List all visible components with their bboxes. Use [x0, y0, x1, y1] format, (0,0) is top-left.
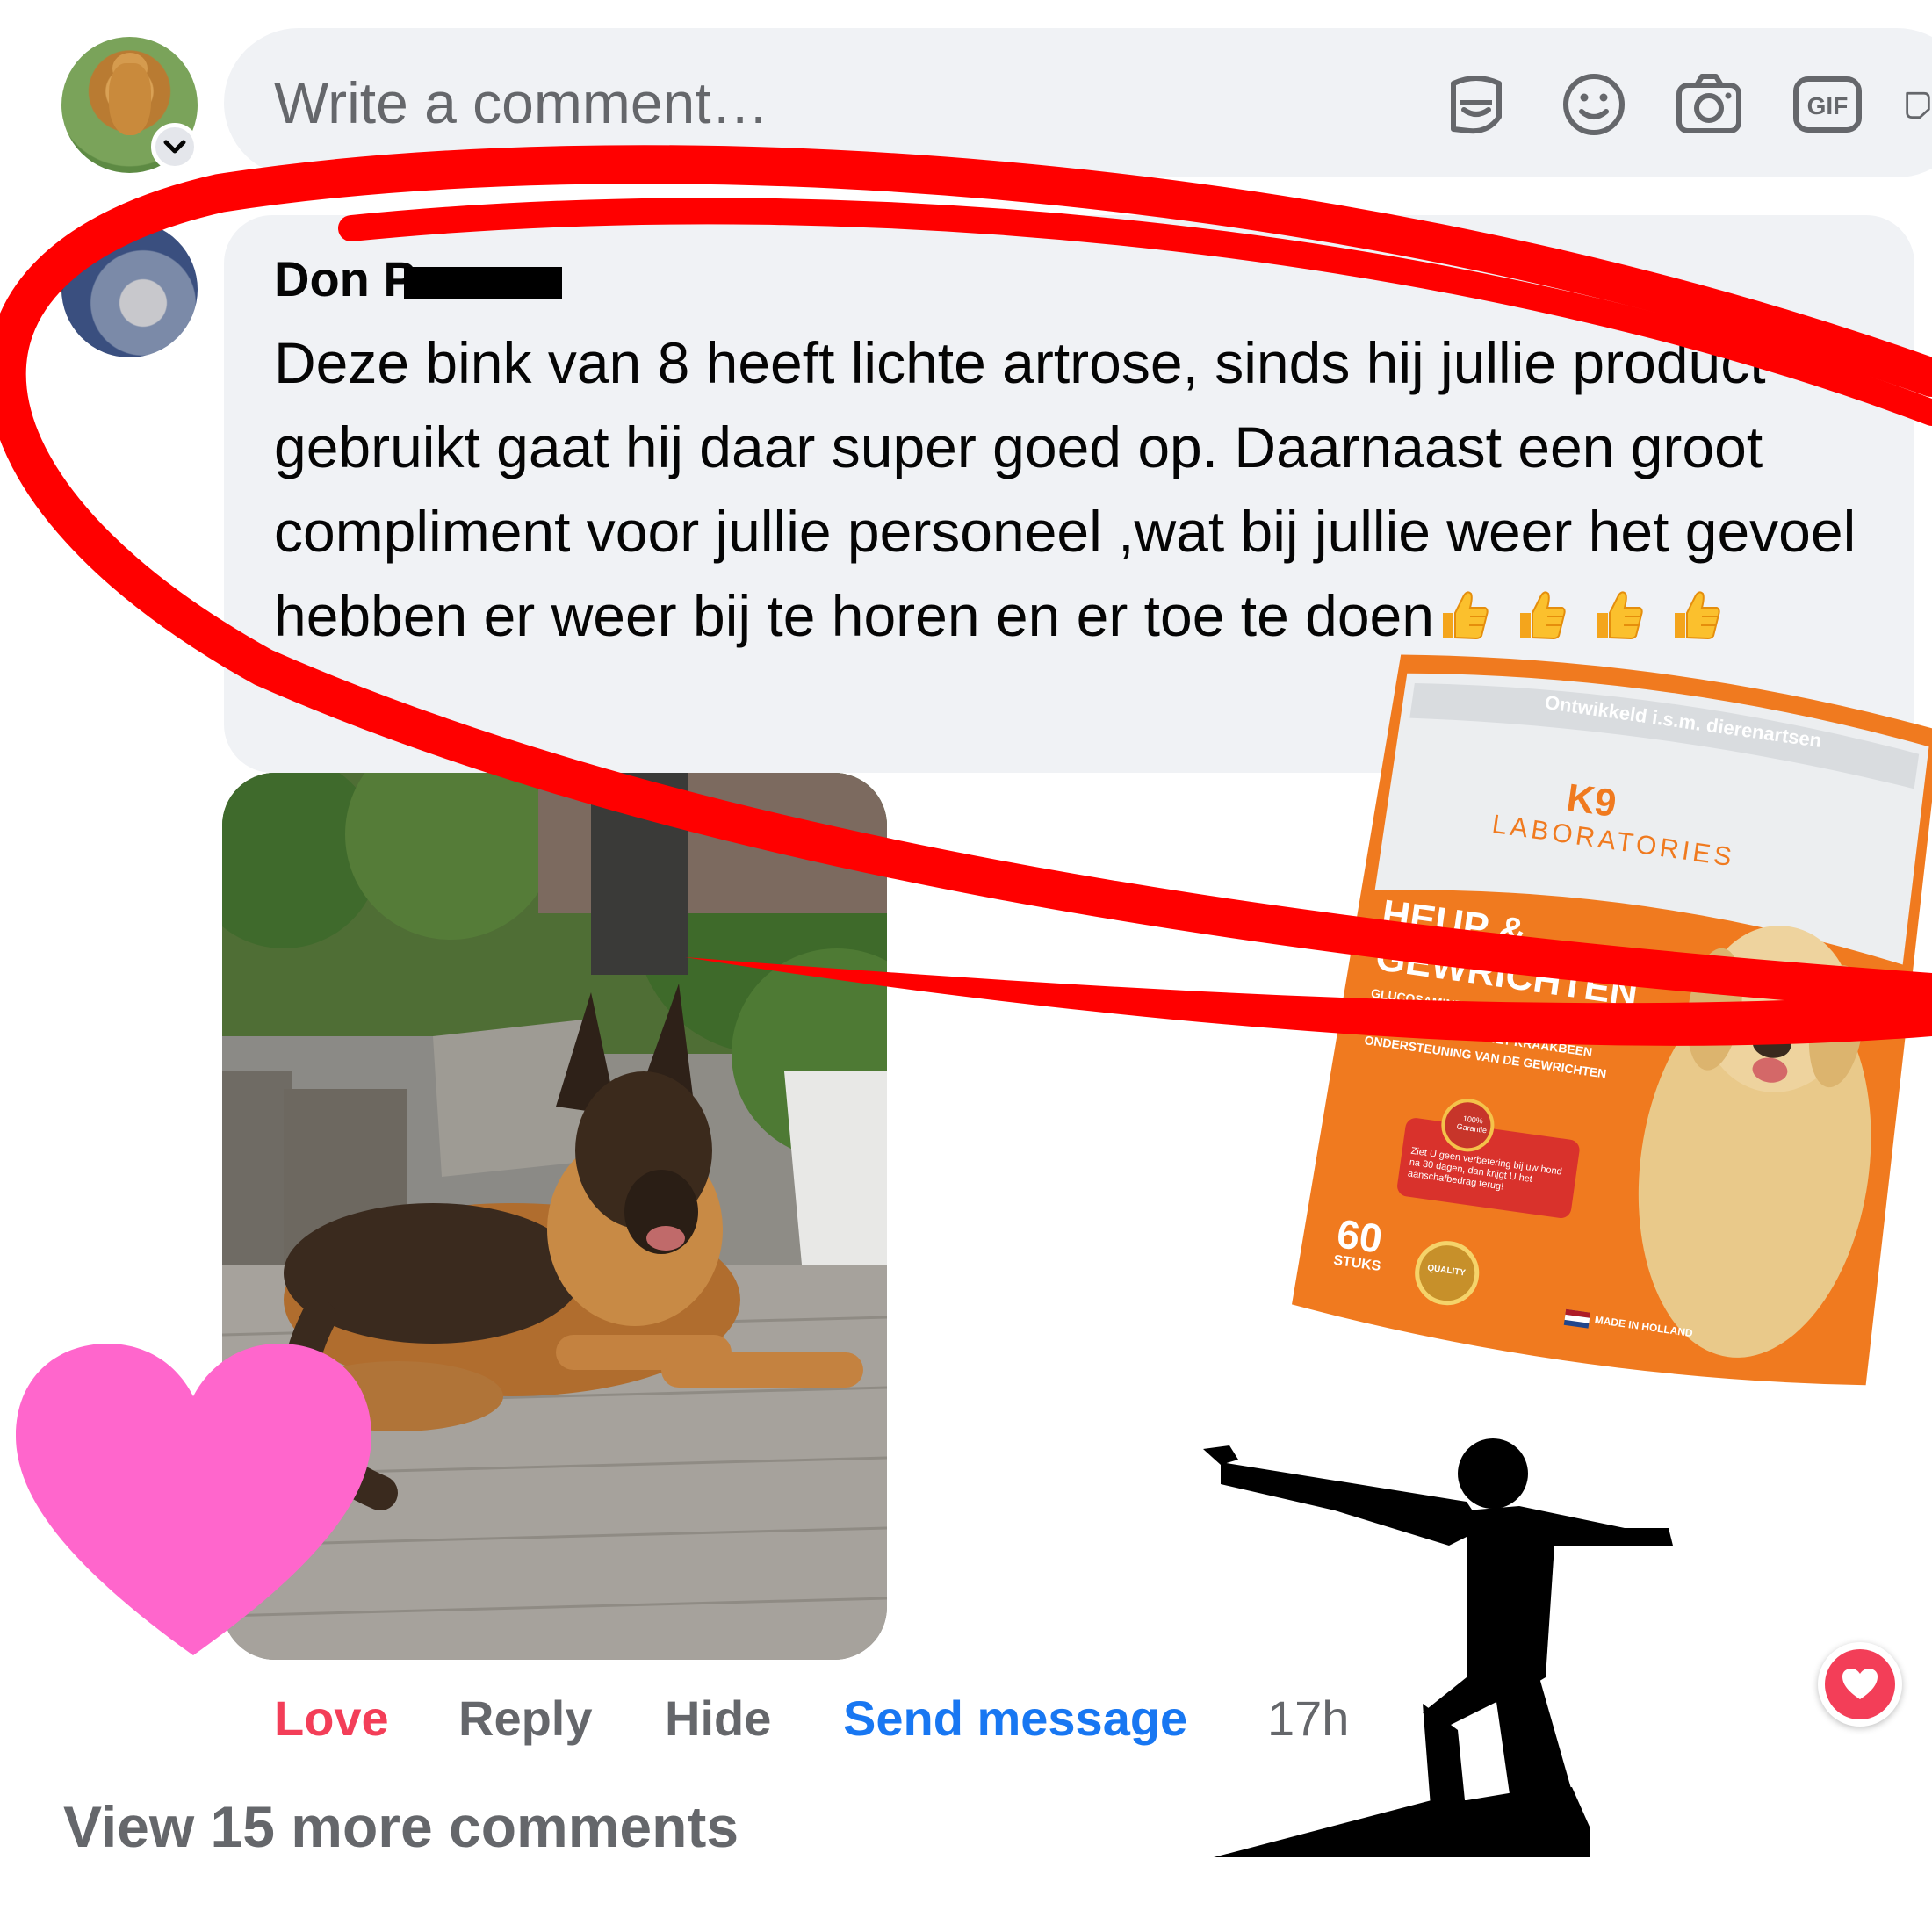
- name-redaction: [404, 267, 562, 299]
- comment-input[interactable]: [274, 63, 1064, 142]
- camera-icon[interactable]: [1673, 68, 1745, 141]
- celebration-silhouette: [1203, 1438, 1673, 1857]
- avatar-sticker-icon[interactable]: [1440, 68, 1512, 141]
- reply-button[interactable]: Reply: [458, 1690, 593, 1747]
- sticker-icon[interactable]: [1904, 68, 1932, 141]
- send-message-link[interactable]: Send message: [843, 1690, 1187, 1747]
- comment-text: Deze bink van 8 heeft lichte artrose, si…: [274, 321, 1890, 658]
- love-button[interactable]: Love: [274, 1690, 389, 1747]
- emoji-icon[interactable]: [1558, 68, 1630, 141]
- thumbs-up-emoji-icon: [1674, 591, 1720, 640]
- thumbs-up-emoji-icon: [1519, 591, 1566, 640]
- account-switch-button[interactable]: [151, 123, 198, 170]
- commenter-avatar[interactable]: [61, 221, 198, 357]
- product-pouch-image: Ontwikkeld i.s.m. dierenartsen K9 LABORA…: [1270, 615, 1932, 1422]
- comment-author[interactable]: Don P: [274, 250, 416, 307]
- pouch-brand: K9: [1564, 775, 1619, 826]
- love-reaction-badge[interactable]: [1818, 1642, 1902, 1727]
- svg-text:GIF: GIF: [1807, 92, 1849, 119]
- chevron-down-icon: [163, 140, 186, 154]
- thumbs-up-emoji-icon: [1597, 591, 1643, 640]
- pink-heart-sticker: [16, 1344, 371, 1655]
- hide-button[interactable]: Hide: [665, 1690, 771, 1747]
- gif-icon[interactable]: GIF: [1791, 68, 1864, 141]
- heart-icon: [1842, 1669, 1878, 1699]
- view-more-comments-link[interactable]: View 15 more comments: [63, 1793, 739, 1860]
